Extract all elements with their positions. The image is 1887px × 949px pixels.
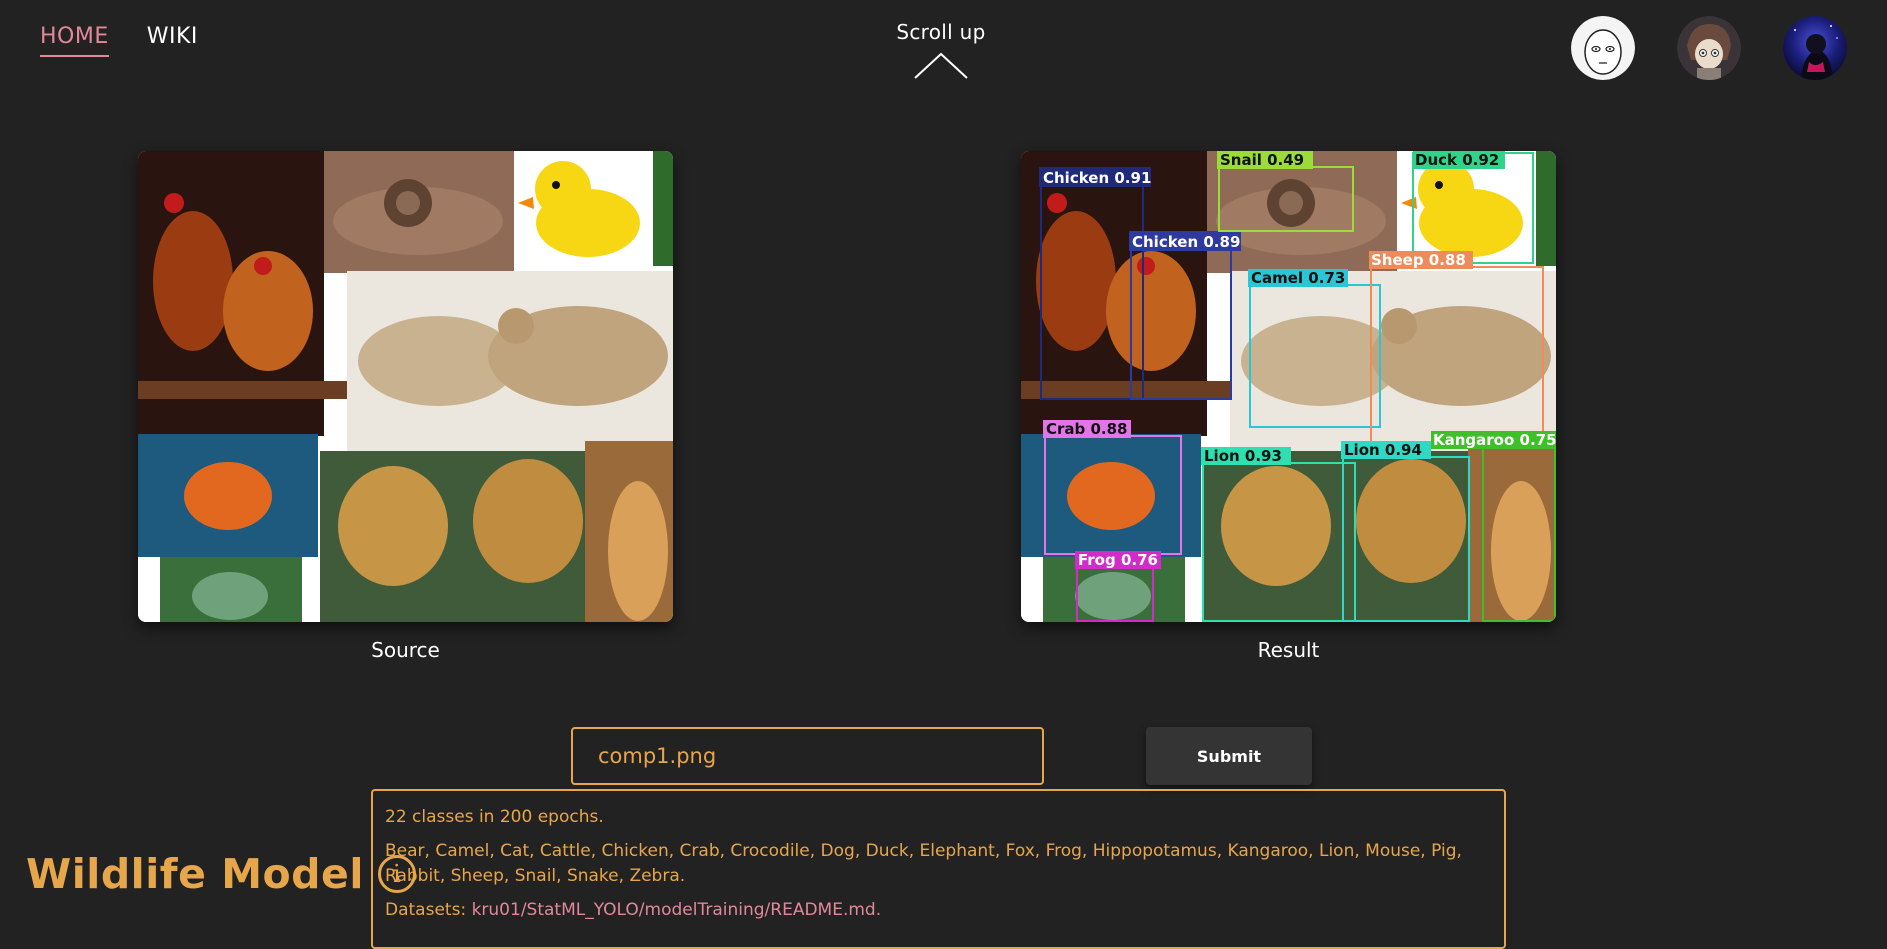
det-label: Crab 0.88	[1046, 420, 1128, 438]
file-name-input[interactable]	[571, 727, 1044, 785]
scroll-up-label: Scroll up	[896, 20, 986, 44]
det-label: Camel 0.73	[1251, 269, 1345, 287]
scroll-up-button[interactable]: Scroll up	[880, 20, 1002, 80]
det-label: Kangaroo 0.75	[1433, 431, 1556, 449]
source-image[interactable]	[138, 151, 673, 622]
det-label: Chicken 0.89	[1132, 233, 1240, 251]
submit-button[interactable]: Submit	[1146, 727, 1312, 785]
brand: Wildlife Model i	[26, 850, 416, 898]
info-summary: 22 classes in 200 epochs.	[385, 807, 604, 827]
det-label: Sheep 0.88	[1371, 251, 1466, 269]
det-label: Snail 0.49	[1220, 151, 1304, 169]
top-nav: HOME WIKI	[40, 24, 198, 57]
avatar-night-figure[interactable]	[1783, 16, 1847, 80]
info-icon[interactable]: i	[377, 855, 416, 893]
det-label: Lion 0.93	[1204, 447, 1282, 465]
info-datasets: Datasets: kru01/StatML_YOLO/modelTrainin…	[385, 898, 1492, 923]
det-label: Chicken 0.91	[1043, 169, 1151, 187]
avatar-white-face[interactable]	[1571, 16, 1635, 80]
source-collage	[138, 151, 673, 622]
result-panel: Chicken 0.91 Chicken 0.89 Snail 0.49 Duc…	[1021, 151, 1556, 662]
source-panel: Source	[138, 151, 673, 662]
det-label: Duck 0.92	[1415, 151, 1499, 169]
nav-home[interactable]: HOME	[40, 24, 109, 57]
source-caption: Source	[371, 638, 440, 662]
avatar-anime-girl[interactable]	[1677, 16, 1741, 80]
det-label: Frog 0.76	[1078, 551, 1158, 569]
chevron-up-icon	[914, 52, 968, 79]
datasets-label: Datasets:	[385, 900, 467, 920]
det-label: Lion 0.94	[1344, 441, 1422, 459]
anime-girl-icon	[1677, 16, 1741, 80]
white-face-icon	[1571, 16, 1635, 80]
datasets-link[interactable]: kru01/StatML_YOLO/modelTraining/README.m…	[472, 900, 882, 920]
avatar-group	[1571, 16, 1847, 80]
result-caption: Result	[1257, 638, 1320, 662]
model-info-box: 22 classes in 200 epochs. Bear, Camel, C…	[371, 789, 1506, 949]
nav-wiki[interactable]: WIKI	[147, 24, 198, 57]
result-image[interactable]: Chicken 0.91 Chicken 0.89 Snail 0.49 Duc…	[1021, 151, 1556, 622]
info-classes: Bear, Camel, Cat, Cattle, Chicken, Crab,…	[385, 841, 1462, 886]
brand-title: Wildlife Model	[26, 850, 364, 898]
night-figure-icon	[1783, 16, 1847, 80]
result-collage: Chicken 0.91 Chicken 0.89 Snail 0.49 Duc…	[1021, 151, 1556, 622]
